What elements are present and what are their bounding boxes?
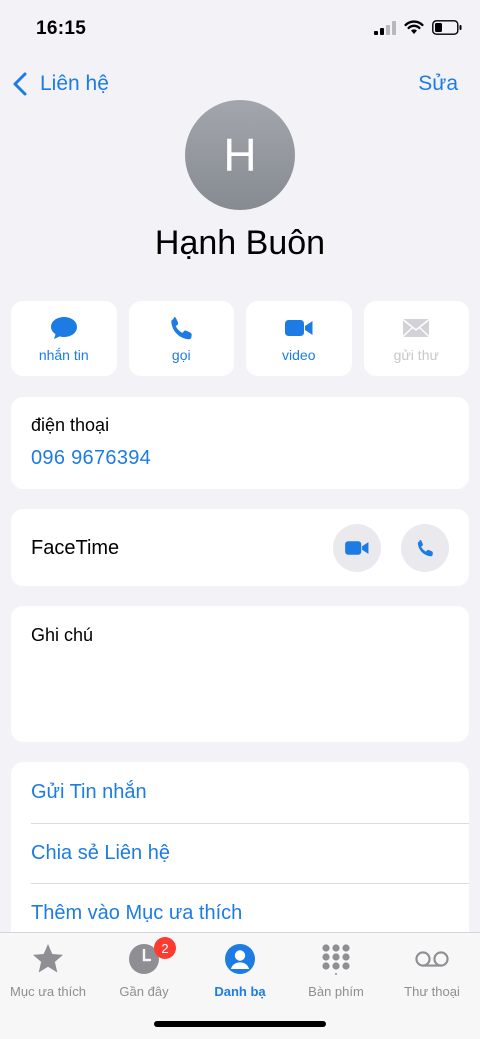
message-action-label: nhắn tin <box>38 346 89 363</box>
quick-actions: nhắn tin gọi video gửi thư <box>11 301 469 376</box>
star-icon <box>30 941 66 977</box>
tab-contacts-label: Danh bạ <box>214 984 266 999</box>
facetime-card: FaceTime <box>11 509 469 586</box>
video-action-label: video <box>282 346 316 363</box>
phone-card: điện thoại 096 9676394 <box>11 397 469 489</box>
avatar: H <box>185 100 295 210</box>
wifi-icon <box>404 20 424 34</box>
message-action-button[interactable]: nhắn tin <box>11 301 117 376</box>
battery-icon <box>432 20 462 35</box>
phone-number-link[interactable]: 096 9676394 <box>31 447 151 470</box>
back-label: Liên hệ <box>40 72 109 95</box>
facetime-label: FaceTime <box>31 537 120 559</box>
status-bar: 16:15 <box>0 0 480 60</box>
mail-action-button[interactable]: gửi thư <box>363 301 469 376</box>
back-button[interactable]: Liên hệ <box>10 70 109 98</box>
facetime-video-button[interactable] <box>333 524 381 572</box>
send-message-link[interactable]: Gửi Tin nhắn <box>31 762 469 822</box>
home-indicator <box>154 1021 326 1027</box>
notes-card[interactable]: Ghi chú <box>11 606 469 742</box>
mail-icon <box>403 318 430 337</box>
share-contact-link[interactable]: Chia sẻ Liên hệ <box>31 823 469 883</box>
message-icon <box>50 316 77 339</box>
tab-recents[interactable]: 2 Gần đây <box>96 937 192 999</box>
tab-keypad[interactable]: Bàn phím <box>288 941 384 999</box>
tab-favorites-label: Mục ưa thích <box>10 984 86 999</box>
tab-voicemail[interactable]: Thư thoại <box>384 941 480 999</box>
phone-icon <box>171 316 192 339</box>
tab-recents-label: Gần đây <box>119 984 169 999</box>
tab-keypad-label: Bàn phím <box>308 984 364 999</box>
contact-name: Hạnh Buôn <box>154 224 326 262</box>
video-action-button[interactable]: video <box>246 301 352 376</box>
mail-action-label: gửi thư <box>393 346 439 363</box>
phone-label: điện thoại <box>31 415 110 435</box>
facetime-audio-button[interactable] <box>401 524 449 572</box>
call-action-button[interactable]: gọi <box>128 301 234 376</box>
edit-button[interactable]: Sửa <box>418 72 458 96</box>
avatar-initial: H <box>223 129 257 181</box>
cellular-signal-icon <box>374 20 396 35</box>
notes-label: Ghi chú <box>31 625 94 645</box>
video-icon <box>345 541 369 555</box>
voicemail-icon <box>414 941 450 977</box>
recents-badge: 2 <box>154 937 176 959</box>
status-icons <box>374 20 462 35</box>
person-icon <box>222 941 258 977</box>
clock-icon: 2 <box>126 937 176 977</box>
tab-voicemail-label: Thư thoại <box>404 984 460 999</box>
tab-favorites[interactable]: Mục ưa thích <box>0 941 96 999</box>
keypad-icon <box>318 941 354 977</box>
chevron-left-icon <box>13 72 27 96</box>
status-time: 16:15 <box>36 18 87 39</box>
video-icon <box>284 319 313 336</box>
phone-icon <box>417 539 433 557</box>
tab-contacts[interactable]: Danh bạ <box>192 941 288 999</box>
call-action-label: gọi <box>171 346 191 363</box>
